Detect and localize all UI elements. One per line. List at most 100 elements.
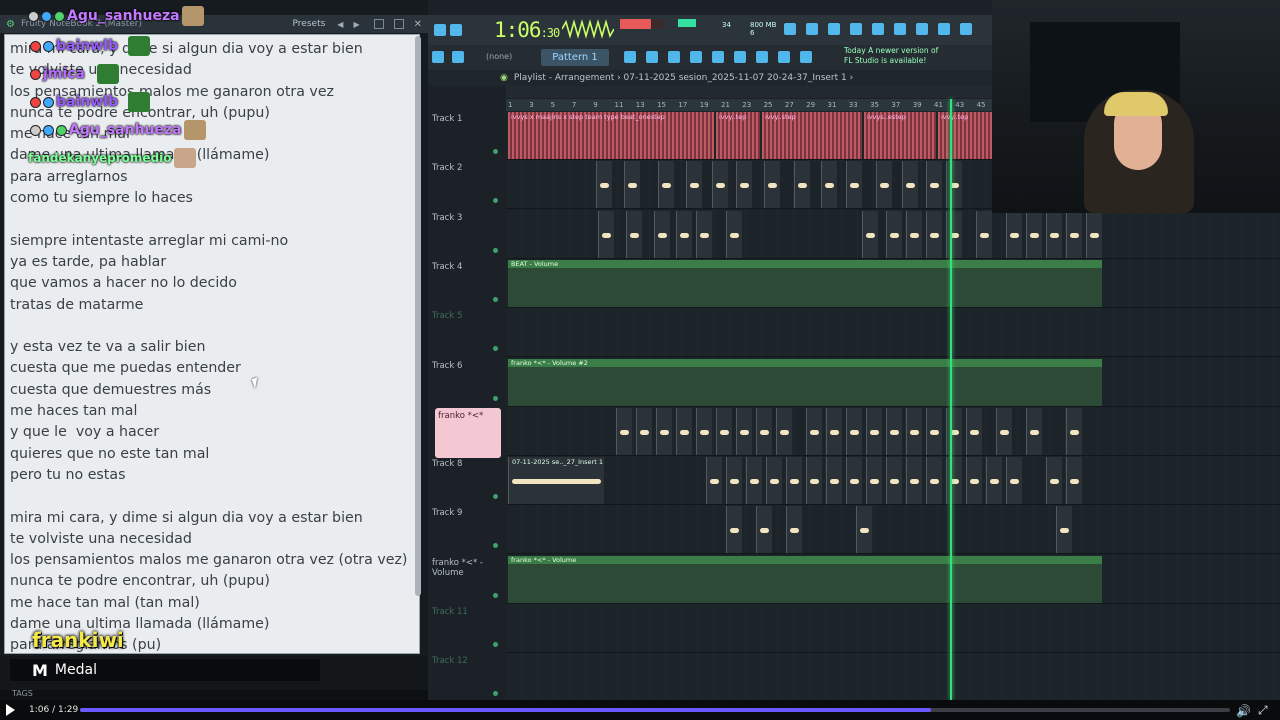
audio-clip[interactable] — [1026, 210, 1042, 258]
track-lane[interactable]: franko *<* - Volume — [506, 554, 1280, 604]
audio-clip[interactable] — [616, 407, 632, 455]
preset-next-icon[interactable]: ▶ — [353, 20, 359, 29]
audio-clip[interactable] — [658, 161, 674, 209]
track-header-selected[interactable]: franko *<* — [435, 408, 501, 458]
audio-clip[interactable]: ivvys x maajins x step team type beat_on… — [508, 112, 714, 159]
audio-clip[interactable] — [862, 210, 878, 258]
channel-rack-icon[interactable] — [690, 51, 702, 63]
track-enable-icon[interactable] — [493, 592, 498, 598]
audio-clip[interactable] — [1006, 210, 1022, 258]
audio-clip[interactable] — [624, 161, 640, 209]
audio-clip[interactable] — [794, 161, 810, 209]
audio-clip[interactable] — [826, 457, 842, 505]
track-enable-icon[interactable] — [493, 247, 498, 253]
audio-clip[interactable] — [806, 407, 822, 455]
close-icon[interactable]: ✕ — [414, 19, 422, 30]
audio-clip[interactable] — [946, 407, 962, 455]
magnet-icon[interactable] — [452, 51, 464, 63]
export-icon[interactable] — [800, 51, 812, 63]
audio-clip[interactable] — [626, 210, 642, 258]
browser-icon[interactable] — [712, 51, 724, 63]
audio-clip[interactable] — [926, 407, 942, 455]
audio-clip[interactable] — [776, 407, 792, 455]
track-header[interactable]: Track 5 — [432, 308, 500, 357]
audio-clip[interactable] — [876, 161, 892, 209]
audio-clip[interactable] — [736, 161, 752, 209]
track-lane[interactable] — [506, 406, 1280, 456]
network-icon[interactable] — [960, 23, 972, 35]
link-icon[interactable] — [828, 23, 840, 35]
track-header[interactable]: Track 6 — [432, 358, 500, 407]
audio-clip[interactable] — [696, 407, 712, 455]
track-enable-icon[interactable] — [493, 543, 498, 549]
audio-clip[interactable] — [1086, 210, 1102, 258]
audio-clip[interactable] — [926, 457, 942, 505]
news-panel[interactable]: Today A newer version of FL Studio is ava… — [844, 46, 938, 66]
audio-clip[interactable] — [726, 506, 742, 554]
preset-prev-icon[interactable]: ◀ — [337, 20, 343, 29]
audio-clip[interactable] — [906, 407, 922, 455]
notebook-gear-icon[interactable]: ⚙ — [6, 19, 15, 30]
audio-clip[interactable] — [866, 457, 882, 505]
audio-clip[interactable] — [716, 407, 732, 455]
piano-icon[interactable] — [938, 23, 950, 35]
help-icon[interactable] — [850, 23, 862, 35]
playhead[interactable] — [950, 99, 952, 700]
audio-clip[interactable] — [1066, 457, 1082, 505]
audio-clip[interactable] — [596, 161, 612, 209]
audio-clip[interactable] — [846, 457, 862, 505]
track-enable-icon[interactable] — [493, 198, 498, 204]
track-header[interactable]: Track 2 — [432, 160, 500, 209]
audio-clip[interactable]: ivvy..tep — [716, 112, 760, 159]
audio-clip[interactable] — [676, 210, 692, 258]
playlist-icon[interactable] — [624, 51, 636, 63]
track-enable-icon[interactable] — [493, 149, 498, 154]
audio-clip[interactable] — [946, 457, 962, 505]
chat-icon[interactable] — [916, 23, 928, 35]
track-lane[interactable] — [506, 653, 1280, 703]
render-icon[interactable] — [894, 23, 906, 35]
volume-icon[interactable]: 🔊 — [1236, 704, 1251, 718]
play-icon[interactable] — [6, 704, 15, 716]
audio-clip[interactable] — [654, 210, 670, 258]
track-header[interactable]: Track 3 — [432, 210, 500, 259]
audio-clip[interactable] — [686, 161, 702, 209]
audio-clip[interactable] — [1026, 407, 1042, 455]
track-lane[interactable] — [506, 209, 1280, 259]
track-enable-icon[interactable] — [493, 691, 498, 697]
audio-clip[interactable] — [966, 407, 982, 455]
audio-clip[interactable] — [926, 210, 942, 258]
audio-clip[interactable] — [786, 506, 802, 554]
snap-select[interactable]: (none) — [486, 52, 512, 61]
mixer-icon[interactable] — [668, 51, 680, 63]
track-lane[interactable]: BEAT - Volume — [506, 258, 1280, 308]
track-header[interactable]: Track 11 — [432, 604, 500, 653]
audio-clip[interactable] — [756, 506, 772, 554]
presets-button[interactable]: Presets — [293, 19, 326, 29]
audio-clip[interactable]: 07-11-2025 se.._27_Insert 1 — [508, 457, 604, 505]
track-header[interactable]: Track 4 — [432, 259, 500, 308]
audio-clip[interactable] — [676, 407, 692, 455]
tool-icon[interactable] — [756, 51, 768, 63]
cut-icon[interactable] — [806, 23, 818, 35]
track-lane[interactable] — [506, 505, 1280, 555]
audio-clip[interactable] — [656, 407, 672, 455]
track-enable-icon[interactable] — [493, 395, 498, 401]
audio-clip[interactable] — [886, 457, 902, 505]
metronome-icon[interactable] — [784, 23, 796, 35]
record-mode-icon[interactable] — [450, 24, 462, 36]
audio-clip[interactable] — [906, 457, 922, 505]
audio-clip[interactable] — [902, 161, 918, 209]
audio-clip[interactable]: ivvys..estep — [864, 112, 936, 159]
track-header[interactable]: franko *<* - Volume — [432, 555, 500, 604]
track-enable-icon[interactable] — [493, 296, 498, 302]
track-header[interactable]: Track 12 — [432, 653, 500, 702]
audio-clip[interactable] — [821, 161, 837, 209]
save-icon[interactable] — [872, 23, 884, 35]
audio-clip[interactable] — [706, 457, 722, 505]
track-header[interactable]: Track 8 — [432, 456, 500, 505]
automation-clip[interactable]: franko *<* - Volume — [508, 555, 1102, 603]
track-lane[interactable]: franko *<* - Volume #2 — [506, 357, 1280, 407]
audio-clip[interactable] — [976, 210, 992, 258]
fullscreen-icon[interactable]: ⤢ — [1258, 703, 1268, 718]
